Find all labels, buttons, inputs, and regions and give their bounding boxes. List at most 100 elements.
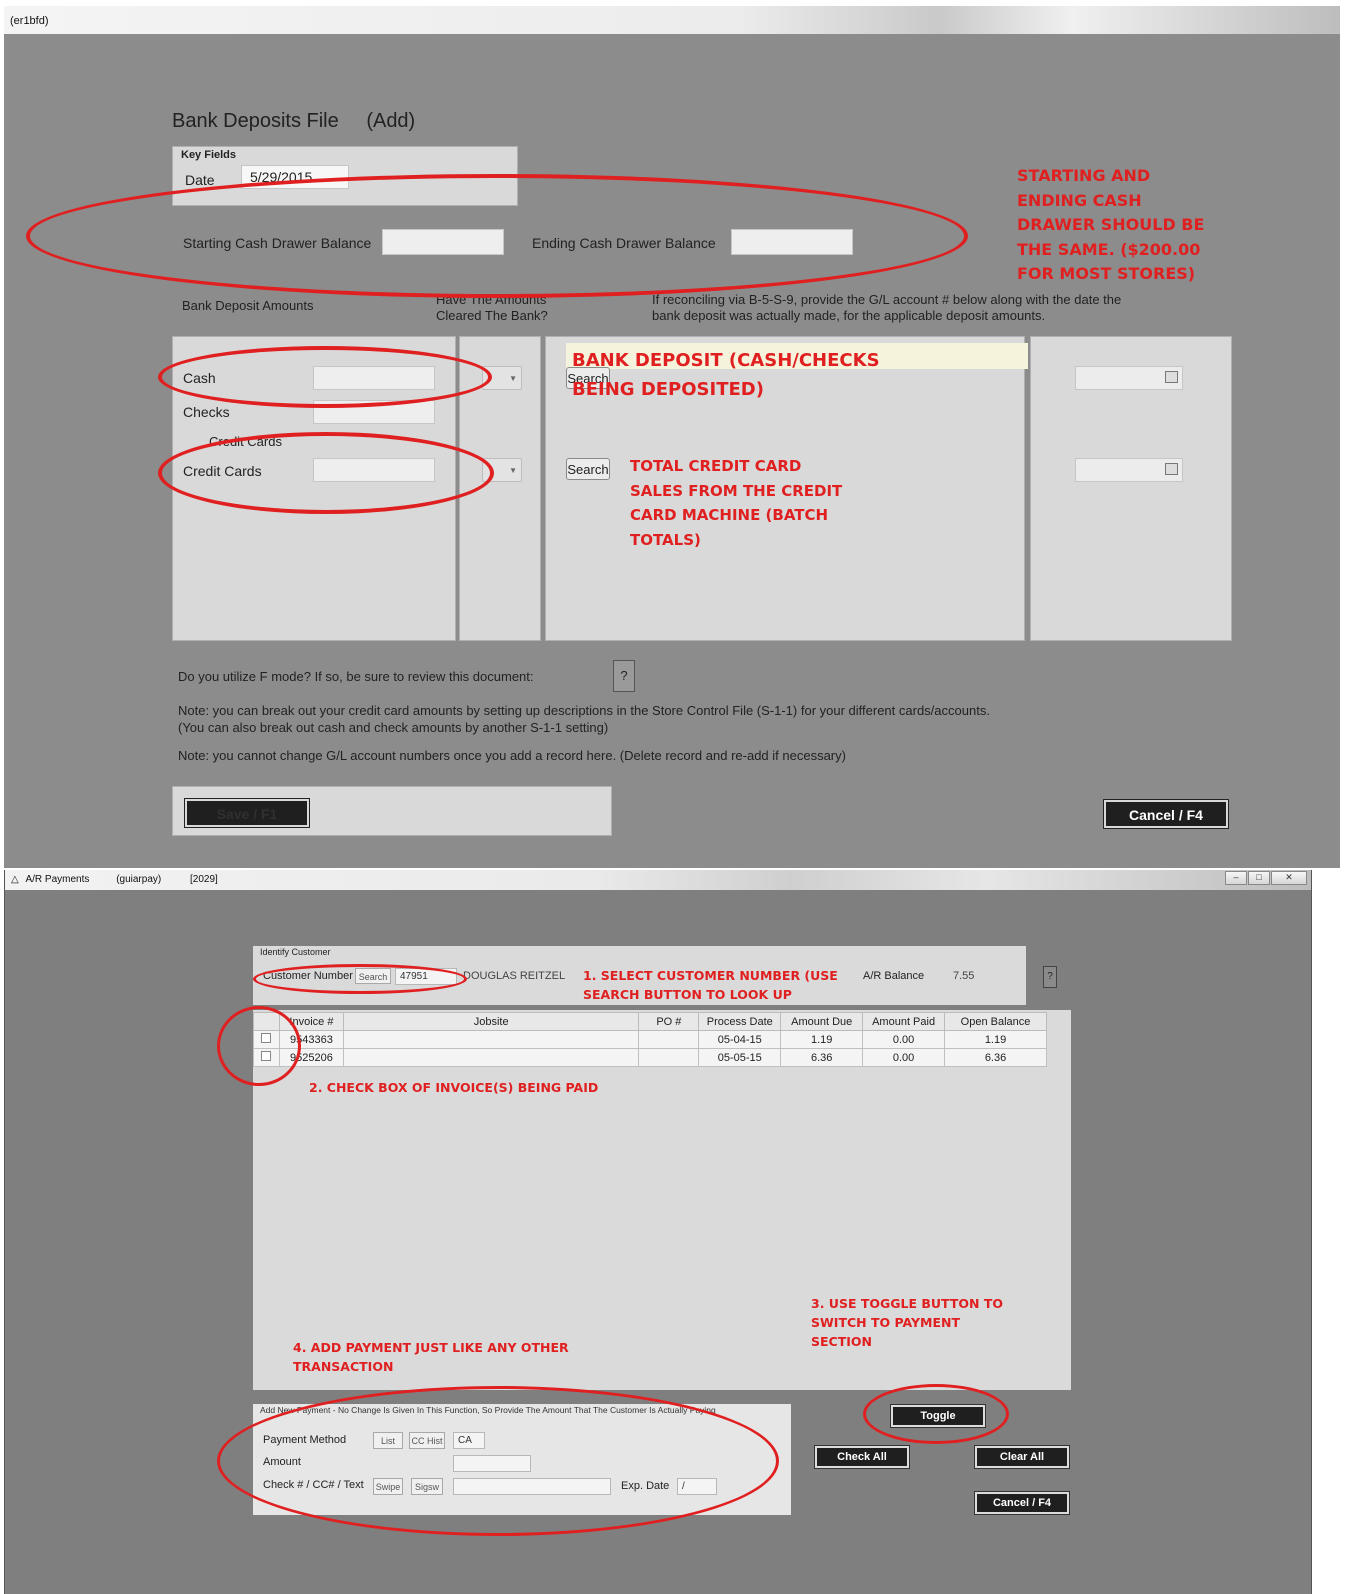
annotation-step-2: 2. CHECK BOX OF INVOICE(S) BEING PAID [309,1080,599,1095]
bank-deposit-amounts-label: Bank Deposit Amounts [182,298,314,313]
identify-customer-label: Identify Customer [260,947,331,957]
app-icon: △ [11,874,19,885]
save-button[interactable]: Save / F1 [184,798,310,828]
annotation-oval-checkboxes [217,1006,301,1086]
annotation-oval-payment [217,1386,779,1536]
note-cash-checks: (You can also break out cash and check a… [178,720,609,735]
jobsite [342,1030,640,1049]
note-gl-accounts: Note: you cannot change G/L account numb… [178,748,846,763]
invoice-table: Invoice # Jobsite PO # Process Date Amou… [253,1012,1047,1067]
annotation-credit-card: TOTAL CREDIT CARD SALES FROM THE CREDIT … [630,454,842,552]
date-label: Date [185,172,215,188]
column-header-open-balance: Open Balance [944,1012,1047,1031]
chevron-down-icon: ▼ [509,374,517,383]
checks-label: Checks [183,404,230,420]
annotation-oval-cash [158,346,492,408]
chevron-down-icon: ▼ [509,466,517,475]
annotation-line: TRANSACTION [293,1359,394,1374]
gl-note-line-1: If reconciling via B-5-S-9, provide the … [652,292,1122,307]
form-mode: (Add) [366,110,416,132]
maximize-button[interactable]: □ [1248,871,1270,885]
annotation-line: TOTAL CREDIT CARD [630,457,802,475]
window-titlebar: △ A/R Payments (guiarpay) [2029] – □ ✕ [5,870,1311,890]
annotation-line: SWITCH TO PAYMENT [811,1315,960,1330]
annotation-bank-deposit: BANK DEPOSIT (CASH/CHECKS BEING DEPOSITE… [572,346,880,404]
amount-paid: 0.00 [862,1048,946,1067]
gl-note-line-2: bank deposit was actually made, for the … [652,308,1046,323]
annotation-line: FOR MOST STORES) [1017,264,1196,283]
annotation-line: SALES FROM THE CREDIT [630,481,843,500]
cancel-button[interactable]: Cancel / F4 [1103,799,1229,829]
annotation-line: STARTING AND [1017,166,1151,185]
annotation-line: 3. USE TOGGLE BUTTON TO [811,1296,1003,1311]
help-icon[interactable]: ? [1043,966,1057,988]
check-all-button[interactable]: Check All [814,1445,910,1469]
clear-all-button[interactable]: Clear All [974,1445,1070,1469]
annotation-oval-toggle [863,1384,1009,1444]
customer-name: DOUGLAS REITZEL [463,970,566,982]
form-title-text: Bank Deposits File [172,110,339,132]
window-titlebar: (er1bfd) [4,6,1340,34]
amount-paid: 0.00 [862,1030,946,1049]
po-number [638,1030,700,1049]
annotation-line: SEARCH BUTTON TO LOOK UP [583,987,792,1002]
key-fields-label: Key Fields [181,149,237,161]
minimize-button[interactable]: – [1225,871,1247,885]
process-date: 05-04-15 [698,1030,782,1049]
calendar-icon[interactable] [1165,463,1178,475]
annotation-line: THE SAME. ($200.00 [1017,239,1201,259]
annotation-line: SECTION [811,1334,872,1349]
annotation-step-4: 4. ADD PAYMENT JUST LIKE ANY OTHER TRANS… [293,1338,569,1376]
ar-payments-window: △ A/R Payments (guiarpay) [2029] – □ ✕ I… [4,870,1312,1594]
cleared-question-line-2: Cleared The Bank? [436,308,548,323]
f-mode-question: Do you utilize F mode? If so, be sure to… [178,669,534,684]
gl-note: If reconciling via B-5-S-9, provide the … [652,292,1121,324]
close-button[interactable]: ✕ [1271,871,1307,885]
open-balance: 6.36 [944,1048,1047,1067]
column-header-process-date: Process Date [698,1012,782,1031]
annotation-oval-cash-drawer [26,174,968,298]
annotation-cash-drawer: STARTING AND ENDING CASH DRAWER SHOULD B… [1017,164,1204,287]
ar-balance-label: A/R Balance [863,970,925,982]
table-row[interactable]: 9543363 05-04-15 1.19 0.00 1.19 [253,1030,1047,1049]
po-number [638,1048,700,1067]
annotation-oval-customer-number [253,964,467,994]
annotation-oval-credit-cards [158,432,494,514]
process-date: 05-05-15 [698,1048,782,1067]
program-code: [2029] [190,874,218,885]
open-balance: 1.19 [944,1030,1047,1049]
annotation-line: 4. ADD PAYMENT JUST LIKE ANY OTHER [293,1340,569,1355]
deposit-date-panel [1030,336,1232,641]
annotation-step-3: 3. USE TOGGLE BUTTON TO SWITCH TO PAYMEN… [811,1294,1003,1351]
column-header-amount-paid: Amount Paid [862,1012,946,1031]
note-credit-cards: Note: you can break out your credit card… [178,703,990,718]
table-header-row: Invoice # Jobsite PO # Process Date Amou… [253,1012,1047,1031]
calendar-icon[interactable] [1165,371,1178,383]
column-header-jobsite: Jobsite [342,1012,640,1031]
ar-balance-value: 7.55 [953,970,975,982]
cash-deposit-date-field[interactable] [1075,366,1183,390]
annotation-line: BEING DEPOSITED) [572,379,764,400]
column-header-po: PO # [638,1012,700,1031]
column-header-amount-due: Amount Due [780,1012,864,1031]
credit-cards-deposit-date-field[interactable] [1075,458,1183,482]
app-name: A/R Payments [25,874,90,885]
annotation-line: ENDING CASH [1017,190,1142,210]
annotation-step-1: 1. SELECT CUSTOMER NUMBER (USE SEARCH BU… [583,966,838,1004]
cancel-button[interactable]: Cancel / F4 [974,1491,1070,1515]
annotation-line: 1. SELECT CUSTOMER NUMBER (USE [583,968,838,983]
annotation-line: DRAWER SHOULD BE [1017,215,1205,234]
annotation-line: TOTALS) [630,530,701,549]
annotation-line: BANK DEPOSIT (CASH/CHECKS [572,350,880,371]
annotation-line: CARD MACHINE (BATCH [630,506,829,524]
amount-due: 1.19 [780,1030,864,1049]
jobsite [342,1048,640,1067]
form-title: Bank Deposits File (Add) [172,110,415,133]
window-title: (er1bfd) [10,15,49,27]
help-icon[interactable]: ? [613,660,635,692]
bank-deposits-window: (er1bfd) Bank Deposits File (Add) Key Fi… [4,6,1340,868]
credit-cards-search-button[interactable]: Search [566,458,610,480]
program-name: (guiarpay) [116,874,162,885]
table-row[interactable]: 9525206 05-05-15 6.36 0.00 6.36 [253,1048,1047,1067]
save-panel: Save / F1 [172,786,612,836]
